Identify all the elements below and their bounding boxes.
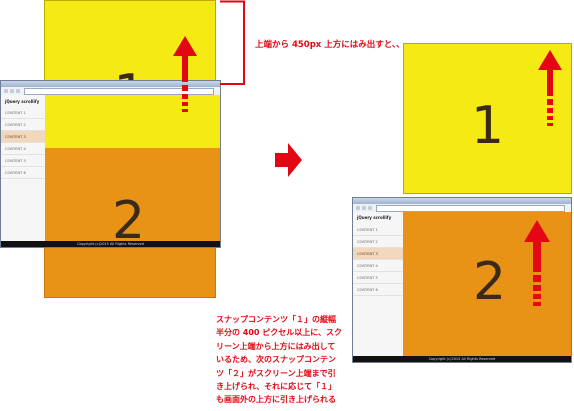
right-arrow-up-icon-1 — [538, 50, 562, 126]
sidebar-item[interactable]: CONTENT 5 — [1, 155, 45, 167]
sidebar-item[interactable]: CONTENT 6 — [1, 167, 45, 179]
bottom-annotation-line: リーン上端から上方にはみ出して — [216, 341, 336, 351]
left-panel-2-number: 2 — [112, 191, 146, 251]
bottom-annotation-line: も画面外の上方に引き上げられる — [216, 395, 336, 405]
sidebar-item[interactable]: CONTENT 2 — [353, 236, 403, 248]
left-forward-button[interactable] — [10, 89, 14, 93]
bottom-annotation-line: ツ「２」がスクリーン上端まで引 — [216, 368, 336, 378]
right-browser-footer: Copyright (c)2015 All Rights Reserved — [353, 356, 571, 362]
left-snap-panel-2 — [44, 248, 216, 298]
sidebar-item[interactable]: CONTENT 4 — [1, 143, 45, 155]
sidebar-item[interactable]: CONTENT 5 — [353, 272, 403, 284]
right-back-button[interactable] — [356, 206, 360, 210]
sidebar-item[interactable]: CONTENT 4 — [353, 260, 403, 272]
right-panel-1-number: 1 — [470, 95, 505, 156]
left-sidebar-nav: jQuery scrollify CONTENT 1 CONTENT 2 CONTE… — [1, 95, 46, 241]
bottom-annotation-line: いるため、次のスナップコンテン — [216, 355, 336, 365]
bottom-annotation-line: き上げられ、それに応じて「１」 — [216, 382, 337, 392]
sidebar-item[interactable]: CONTENT 1 — [353, 224, 403, 236]
transition-arrow-icon — [275, 143, 302, 177]
sidebar-item[interactable]: CONTENT 2 — [1, 119, 45, 131]
red-bracket — [220, 0, 245, 85]
top-annotation: 上端から 450px 上方にはみ出すと、、 — [255, 40, 405, 50]
sidebar-item[interactable]: CONTENT 6 — [353, 284, 403, 296]
right-arrow-up-icon-2 — [524, 220, 550, 306]
left-browser-footer: Copyright (c)2015 All Rights Reserved — [1, 241, 220, 247]
left-sidebar-title: jQuery scrollify — [5, 99, 40, 104]
sidebar-item[interactable]: CONTENT 3 — [1, 131, 45, 143]
bottom-annotation-line: 半分の 400 ピクセル以上に、スク — [216, 328, 343, 338]
right-sidebar-title: jQuery scrollify — [357, 215, 392, 220]
right-panel-2-number: 2 — [473, 252, 507, 312]
bottom-annotation-line: スナップコンテンツ「１」の縦幅 — [216, 315, 336, 324]
right-forward-button[interactable] — [362, 206, 366, 210]
right-url-field[interactable] — [376, 205, 565, 212]
sidebar-item[interactable]: CONTENT 1 — [1, 107, 45, 119]
left-reload-button[interactable] — [16, 89, 20, 93]
bottom-annotation: スナップコンテンツ「１」の縦幅 半分の 400 ピクセル以上に、スク リーン上端… — [216, 313, 350, 407]
left-back-button[interactable] — [4, 89, 8, 93]
right-sidebar-nav: jQuery scrollify CONTENT 1 CONTENT 2 CONTE… — [353, 212, 404, 356]
left-arrow-up-icon — [173, 36, 197, 112]
sidebar-item[interactable]: CONTENT 3 — [353, 248, 403, 260]
right-reload-button[interactable] — [368, 206, 372, 210]
